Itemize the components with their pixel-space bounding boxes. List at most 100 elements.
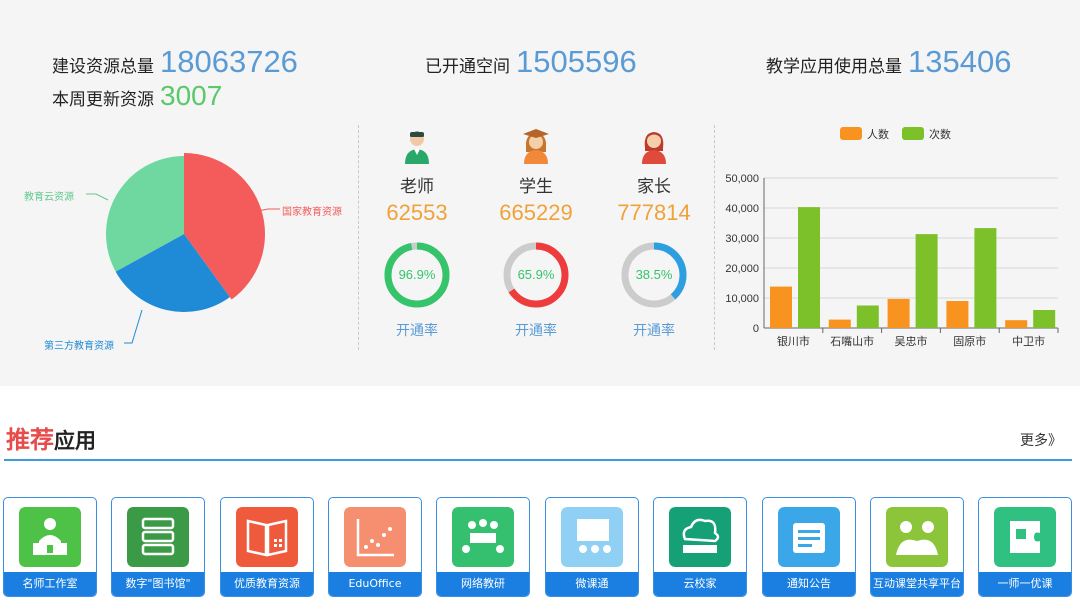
pie-leader-national xyxy=(257,208,280,212)
app-tile-one-teacher[interactable]: 一师一优课 xyxy=(978,497,1072,597)
app-usage-value: 135406 xyxy=(908,44,1012,79)
teacher-icon xyxy=(405,131,429,164)
open-book-icon xyxy=(236,507,298,567)
app-usage-label: 教学应用使用总量 xyxy=(766,57,902,77)
presentation-icon xyxy=(561,507,623,567)
bar-1-4[interactable] xyxy=(1033,310,1056,328)
legend-label[interactable]: 次数 xyxy=(929,127,951,141)
bar-1-3[interactable] xyxy=(974,228,997,328)
app-tile-eduoffice[interactable]: EduOffice xyxy=(328,497,422,597)
app-grid: 名师工作室 数字"图书馆" 优质教育资源 EduOffice 网络教研 微课通 … xyxy=(0,497,1080,600)
app-usage-stat: 教学应用使用总量 135406 xyxy=(766,44,1011,80)
divider-right xyxy=(714,125,715,350)
app-name: 云校家 xyxy=(654,572,746,596)
student-rate-pct: 65.9% xyxy=(517,267,555,282)
bar-0-0[interactable] xyxy=(770,286,792,328)
parent-role: 家长 xyxy=(637,177,671,197)
app-name: 名师工作室 xyxy=(4,572,96,596)
recommend-header: 推荐应用 更多》 xyxy=(0,418,1080,462)
cloud-school-icon xyxy=(669,507,731,567)
y-tick-label: 40,000 xyxy=(725,203,759,215)
x-tick-label: 固原市 xyxy=(953,334,986,348)
bar-1-2[interactable] xyxy=(915,234,938,328)
city-bar-chart: 人数 次数 0 10,000 20,000 30,000 40,000 50,000 银川市 石嘴… xyxy=(725,127,1059,348)
opened-space-value: 1505596 xyxy=(516,44,637,79)
app-tile-teacher-studio[interactable]: 名师工作室 xyxy=(3,497,97,597)
pie-leader-cloud xyxy=(86,193,109,201)
y-tick-label: 20,000 xyxy=(725,263,759,275)
y-tick-label: 10,000 xyxy=(725,293,759,305)
total-resources-label: 建设资源总量 xyxy=(52,57,154,77)
legend-swatch[interactable] xyxy=(840,127,862,140)
teacher-rate-pct: 96.9% xyxy=(398,267,436,282)
meeting-icon xyxy=(452,507,514,567)
y-tick-label: 0 xyxy=(753,323,759,335)
app-tile-notice[interactable]: 通知公告 xyxy=(762,497,856,597)
puzzle-icon xyxy=(994,507,1056,567)
student-role: 学生 xyxy=(519,177,553,197)
app-name: 优质教育资源 xyxy=(221,572,313,596)
interactive-class-icon xyxy=(886,507,948,567)
more-link[interactable]: 更多》 xyxy=(1020,430,1062,450)
recommend-title-red: 推荐 xyxy=(6,426,54,454)
parent-rate-ring: 38.5% xyxy=(619,240,689,310)
app-tile-online-research[interactable]: 网络教研 xyxy=(436,497,530,597)
user-col-student: 学生 665229 65.9% 开通率 xyxy=(476,128,596,340)
pie-label-national: 国家教育资源 xyxy=(282,207,342,218)
y-tick-label: 50,000 xyxy=(725,173,759,185)
opened-space-label: 已开通空间 xyxy=(425,57,510,77)
student-rate-label: 开通率 xyxy=(515,323,557,339)
user-col-teacher: 老师 62553 96.9% 开通率 xyxy=(357,128,477,340)
recommend-title: 推荐应用 xyxy=(6,420,96,455)
app-tile-quality-resources[interactable]: 优质教育资源 xyxy=(220,497,314,597)
bar-0-2[interactable] xyxy=(887,298,910,328)
legend-label[interactable]: 人数 xyxy=(867,128,889,141)
recommend-title-black: 应用 xyxy=(54,429,96,453)
student-icon xyxy=(523,129,549,164)
edu-office-icon xyxy=(344,507,406,567)
bar-0-4[interactable] xyxy=(1005,320,1028,328)
app-name: 数字"图书馆" xyxy=(112,572,204,596)
app-name: 通知公告 xyxy=(763,572,855,596)
app-tile-micro-lesson[interactable]: 微课通 xyxy=(545,497,639,597)
weekly-update-value: 3007 xyxy=(160,80,223,111)
weekly-update-stat: 本周更新资源 3007 xyxy=(52,80,222,112)
parent-rate-pct: 38.5% xyxy=(635,267,673,282)
bar-0-1[interactable] xyxy=(828,319,851,328)
x-tick-label: 石嘴山市 xyxy=(830,334,874,348)
weekly-update-label: 本周更新资源 xyxy=(52,90,154,110)
pie-leader-third-party xyxy=(124,309,143,344)
pie-label-cloud: 教育云资源 xyxy=(24,192,74,203)
app-name: 一师一优课 xyxy=(979,572,1071,596)
student-count: 665229 xyxy=(499,200,573,225)
x-tick-label: 中卫市 xyxy=(1012,334,1045,348)
app-tile-library[interactable]: 数字"图书馆" xyxy=(111,497,205,597)
app-tile-interactive-class[interactable]: 互动课堂共享平台 xyxy=(870,497,964,597)
opened-space-stat: 已开通空间 1505596 xyxy=(425,44,637,80)
teacher-count: 62553 xyxy=(386,200,448,225)
teacher-role: 老师 xyxy=(400,177,434,197)
bar-1-1[interactable] xyxy=(856,305,879,329)
parent-rate-label: 开通率 xyxy=(633,323,675,339)
teacher-rate-ring: 96.9% xyxy=(382,240,452,310)
dashboard-panel: 建设资源总量 18063726 本周更新资源 3007 已开通空间 150559… xyxy=(0,0,1080,386)
parent-icon xyxy=(642,132,666,164)
recommend-underline xyxy=(4,459,1072,461)
x-tick-label: 银川市 xyxy=(777,334,810,348)
app-name: EduOffice xyxy=(329,572,421,596)
user-col-parent: 家长 777814 38.5% 开通率 xyxy=(594,128,714,340)
legend-swatch[interactable] xyxy=(902,127,924,140)
student-rate-ring: 65.9% xyxy=(501,240,571,310)
app-name: 网络教研 xyxy=(437,572,529,596)
app-tile-cloud-school[interactable]: 云校家 xyxy=(653,497,747,597)
teacher-rate-label: 开通率 xyxy=(396,323,438,339)
library-icon xyxy=(127,507,189,567)
app-name: 微课通 xyxy=(546,572,638,596)
y-tick-label: 30,000 xyxy=(725,233,759,245)
parent-count: 777814 xyxy=(617,200,691,225)
bar-0-3[interactable] xyxy=(946,301,969,328)
total-resources-value: 18063726 xyxy=(160,44,298,79)
bar-1-0[interactable] xyxy=(798,207,820,328)
teacher-studio-icon xyxy=(19,507,81,567)
x-tick-label: 吴忠市 xyxy=(895,334,928,348)
